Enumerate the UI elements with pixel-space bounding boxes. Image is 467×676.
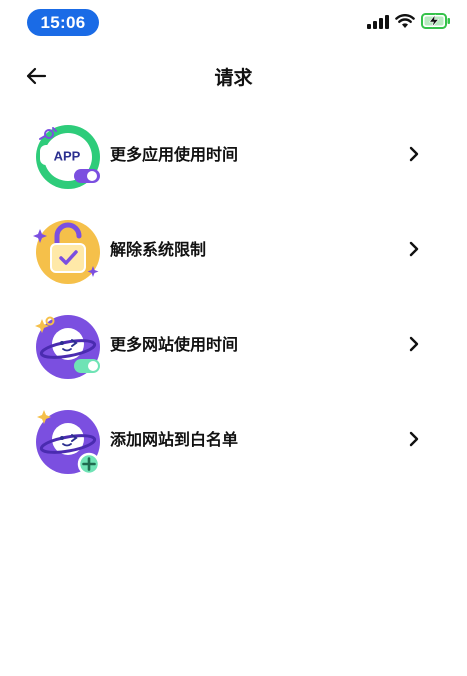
request-item-label: 添加网站到白名单 <box>110 430 239 449</box>
planet-toggle-icon <box>30 307 106 383</box>
request-item-more-app-time[interactable]: APP 更多应用使用时间 <box>0 105 467 197</box>
request-item-more-website-time[interactable]: 更多网站使用时间 <box>0 295 467 387</box>
request-item-label: 更多应用使用时间 <box>110 145 239 164</box>
request-item-label: 解除系统限制 <box>110 240 207 259</box>
app-icon-text: APP <box>54 149 81 164</box>
request-item-add-website-whitelist[interactable]: 添加网站到白名单 <box>0 390 467 482</box>
request-item-label: 更多网站使用时间 <box>110 335 239 354</box>
status-time: 15:06 <box>27 9 99 36</box>
status-icons <box>367 13 451 33</box>
battery-charging-icon <box>421 13 451 33</box>
chevron-right-icon <box>406 146 422 162</box>
wifi-icon <box>395 13 415 33</box>
page-title: 请求 <box>214 67 253 89</box>
chevron-right-icon <box>406 431 422 447</box>
status-bar: 15:06 <box>0 0 467 44</box>
signal-bars-icon <box>367 14 389 33</box>
header: 请求 <box>0 58 467 98</box>
request-item-unlock-system[interactable]: 解除系统限制 <box>0 200 467 292</box>
chevron-right-icon <box>406 241 422 257</box>
app-time-icon: APP <box>30 117 106 193</box>
unlock-padlock-icon <box>30 212 106 288</box>
planet-add-icon <box>30 402 106 478</box>
chevron-right-icon <box>406 336 422 352</box>
